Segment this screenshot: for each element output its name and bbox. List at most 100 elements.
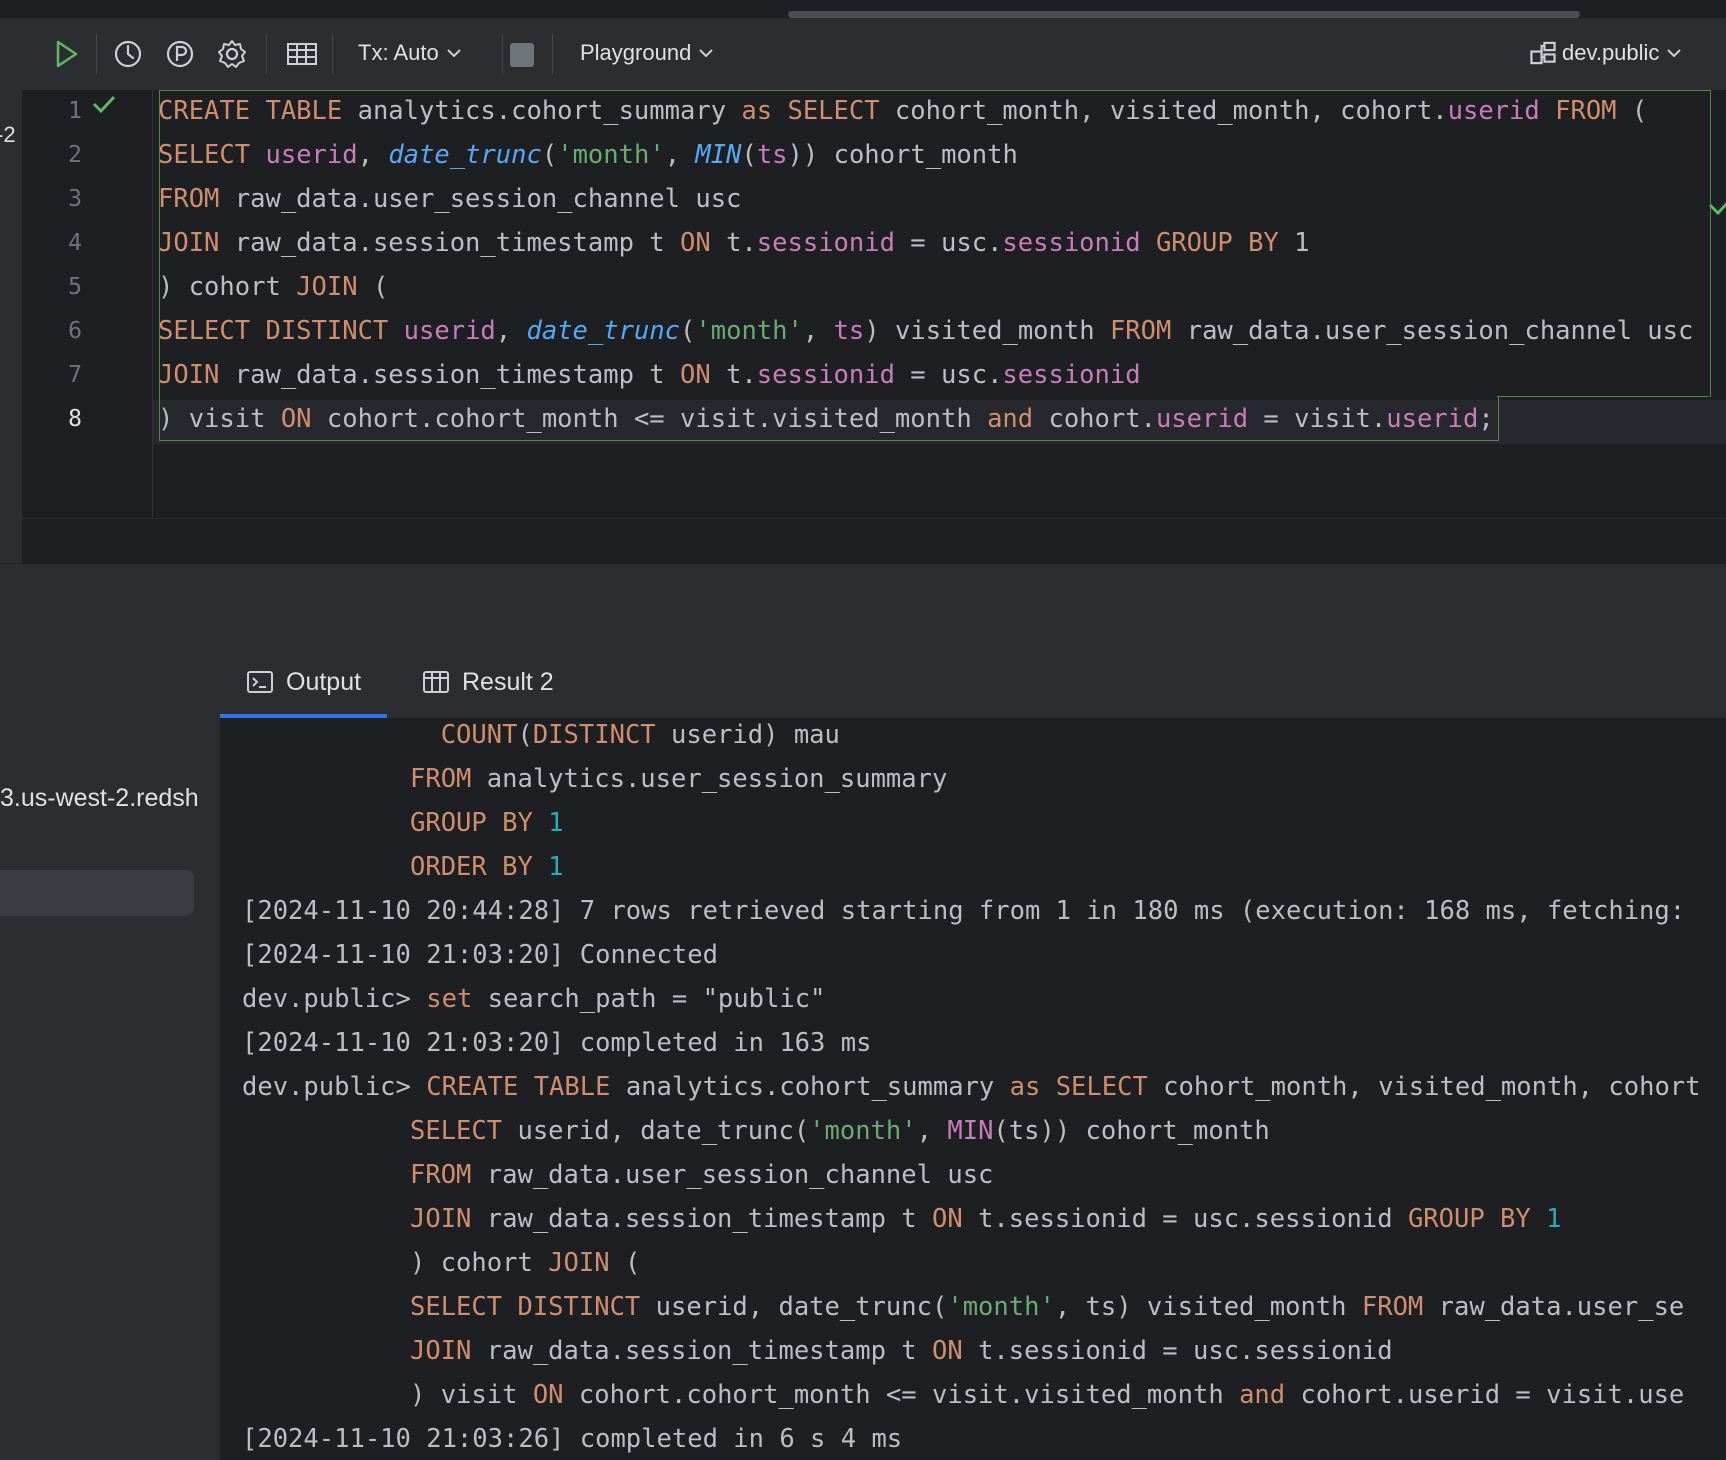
chevron-down-icon (1667, 49, 1682, 58)
output-token: search_path = "public" (472, 984, 826, 1014)
output-line: FROM raw_data.user_session_channel usc (410, 1160, 993, 1190)
output-line: ORDER BY 1 (410, 852, 564, 882)
output-token: ORDER BY (410, 852, 533, 882)
code-line[interactable]: FROM raw_data.user_session_channel usc (158, 184, 741, 214)
session-label: Playground (580, 40, 692, 65)
code-token: sessionid (756, 228, 895, 258)
code-token: cohort.cohort_month <= visit.visited_mon… (311, 404, 988, 434)
code-token: JOIN (158, 360, 220, 390)
code-token: and (987, 404, 1034, 434)
sidebar-selected-item[interactable] (0, 870, 194, 916)
line-number: 6 (68, 318, 82, 344)
tab-result-2[interactable]: Result 2 (422, 646, 554, 718)
output-token (533, 808, 548, 838)
editor-footer (22, 518, 1726, 565)
code-line[interactable]: CREATE TABLE analytics.cohort_summary as… (158, 96, 1647, 126)
output-token: 1 (548, 852, 564, 882)
output-token: cohort_month, visited_month, cohort (1147, 1072, 1701, 1102)
output-token: , ts) visited_month (1054, 1292, 1362, 1322)
code-token: analytics.cohort_summary (342, 96, 742, 126)
code-line[interactable]: JOIN raw_data.session_timestamp t ON t.s… (158, 360, 1141, 390)
output-token: JOIN (548, 1248, 610, 1278)
code-token: t. (710, 228, 757, 258)
code-token: ts (756, 140, 788, 170)
output-token: (ts)) cohort_month (993, 1116, 1270, 1146)
output-token: [2024-11-10 20:44:28] 7 rows retrieved s… (242, 896, 1686, 926)
output-console[interactable]: COUNT(DISTINCT userid) mau FROM analytics… (220, 718, 1726, 1460)
code-token: = visit. (1248, 404, 1387, 434)
code-line[interactable]: ) cohort JOIN ( (158, 272, 388, 302)
code-token: raw_data.session_timestamp t (219, 360, 680, 390)
output-token: SELECT (410, 1116, 503, 1146)
console-icon (247, 671, 273, 693)
history-icon[interactable] (110, 36, 146, 72)
output-token: FROM (1361, 1292, 1424, 1322)
output-line: [2024-11-10 21:03:20] completed in 163 m… (242, 1028, 871, 1058)
sql-editor[interactable]: 1 2 3 4 5 6 7 8 CREATE TABLE analytics.cohort_s… (22, 90, 1726, 518)
output-token: 'month' (809, 1116, 917, 1146)
schema-selector[interactable]: dev.public (1530, 40, 1683, 66)
code-token: ) visit (158, 404, 281, 434)
left-tab-fragment[interactable]: -2 (0, 122, 16, 148)
stop-icon[interactable] (510, 43, 534, 67)
code-token: SELECT DISTINCT (158, 316, 389, 346)
output-token: raw_data.user_session_channel usc (471, 1160, 994, 1190)
output-line: ) visit ON cohort.cohort_month <= visit.… (410, 1380, 1684, 1410)
code-line[interactable]: SELECT DISTINCT userid, date_trunc('mont… (158, 316, 1693, 346)
tab-output[interactable]: Output (220, 646, 388, 718)
code-token: , (495, 316, 527, 346)
output-token: ) cohort (410, 1248, 549, 1278)
code-token: userid (1386, 404, 1479, 434)
code-line[interactable]: ) visit ON cohort.cohort_month <= visit.… (158, 404, 1494, 434)
output-token: cohort.cohort_month <= visit.visited_mon… (563, 1380, 1240, 1410)
tab-result-2-label: Result 2 (462, 667, 554, 696)
output-token: as SELECT (1009, 1072, 1148, 1102)
output-token: dev.public> (242, 984, 427, 1014)
output-token (533, 852, 548, 882)
output-token: ON (932, 1204, 963, 1234)
output-line: SELECT userid, date_trunc('month', MIN(t… (410, 1116, 1270, 1146)
output-line: GROUP BY 1 (410, 808, 564, 838)
output-line: [2024-11-10 20:44:28] 7 rows retrieved s… (242, 896, 1685, 926)
left-tool-strip: -2 (0, 18, 23, 563)
code-token: JOIN (158, 228, 220, 258)
output-token: ON (532, 1380, 564, 1410)
transaction-mode-dropdown[interactable]: Tx: Auto (358, 40, 463, 66)
settings-icon[interactable] (214, 36, 250, 72)
tab-output-label: Output (286, 667, 362, 696)
code-token: ) cohort (158, 272, 297, 302)
code-line[interactable]: SELECT userid, date_trunc('month', MIN(t… (158, 140, 1018, 170)
output-token: 1 (548, 808, 564, 838)
session-dropdown[interactable]: Playground (580, 40, 715, 66)
connection-host[interactable]: 3.us-west-2.redsh (0, 784, 218, 813)
table-icon (423, 671, 449, 693)
line-number: 1 (68, 98, 82, 124)
code-token: ( (680, 316, 696, 346)
check-icon (1708, 202, 1726, 216)
code-token: ON (280, 404, 312, 434)
code-token: sessionid (756, 360, 895, 390)
chevron-down-icon (699, 49, 714, 58)
horizontal-scrollbar[interactable] (788, 11, 1580, 18)
code-token: date_trunc (388, 140, 542, 170)
line-number: 4 (68, 230, 82, 256)
code-line[interactable]: JOIN raw_data.session_timestamp t ON t.s… (158, 228, 1310, 258)
line-number: 7 (68, 362, 82, 388)
output-line: JOIN raw_data.session_timestamp t ON t.s… (410, 1204, 1561, 1234)
output-token: JOIN (410, 1336, 472, 1366)
output-token: DISTINCT (532, 720, 656, 750)
code-token: JOIN (296, 272, 358, 302)
output-token: JOIN (410, 1204, 472, 1234)
output-line: dev.public> CREATE TABLE analytics.cohor… (242, 1072, 1701, 1102)
output-token: [2024-11-10 21:03:20] completed in 163 m… (242, 1028, 872, 1058)
output-token: [2024-11-10 21:03:20] Connected (242, 940, 718, 970)
output-line: [2024-11-10 21:03:26] completed in 6 s 4… (242, 1424, 902, 1454)
pin-icon[interactable] (162, 36, 198, 72)
output-token: ON (932, 1336, 963, 1366)
run-icon[interactable] (48, 36, 84, 72)
table-icon[interactable] (284, 36, 320, 72)
code-token: , (802, 316, 834, 346)
code-token: cohort. (1033, 404, 1156, 434)
output-token: set (426, 984, 473, 1014)
code-token: CREATE TABLE (158, 96, 343, 126)
